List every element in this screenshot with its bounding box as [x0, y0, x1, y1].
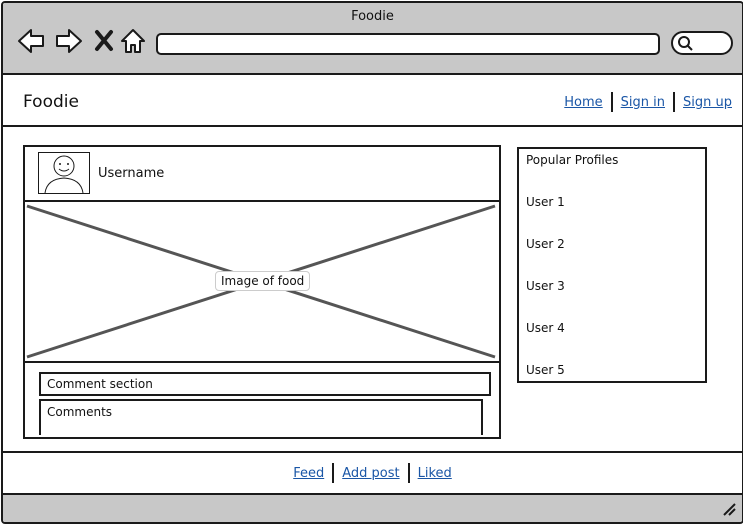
nav-divider	[673, 92, 676, 112]
sign-up-link[interactable]: Sign up	[683, 95, 732, 110]
site-footer: Feed Add post Liked	[3, 451, 742, 495]
profile-item[interactable]: User 5	[526, 363, 565, 377]
popular-profiles-title: Popular Profiles	[526, 153, 619, 167]
window-title: Foodie	[351, 9, 394, 24]
profile-item[interactable]: User 3	[526, 279, 565, 293]
nav-divider	[332, 463, 335, 483]
address-bar[interactable]	[156, 33, 660, 55]
liked-link[interactable]: Liked	[418, 466, 452, 481]
site-title: Foodie	[23, 92, 79, 112]
comment-section-header: Comment section	[39, 372, 491, 396]
forward-arrow-icon[interactable]	[55, 27, 83, 55]
profile-item[interactable]: User 1	[526, 195, 565, 209]
sign-in-link[interactable]: Sign in	[621, 95, 665, 110]
home-link[interactable]: Home	[564, 95, 602, 110]
post-username[interactable]: Username	[98, 166, 164, 181]
popular-profiles-panel: Popular Profiles User 1 User 2 User 3 Us…	[517, 147, 707, 383]
browser-window: Foodie Foodie Home Sign in Sign up Usern…	[1, 1, 743, 524]
profile-item[interactable]: User 4	[526, 321, 565, 335]
food-image-placeholder[interactable]: Image of food	[25, 202, 499, 363]
top-nav: Home Sign in Sign up	[564, 92, 732, 112]
profile-item[interactable]: User 2	[526, 237, 565, 251]
comments-box[interactable]: Comments	[39, 399, 483, 435]
avatar[interactable]	[38, 152, 90, 194]
nav-divider	[610, 92, 613, 112]
back-arrow-icon[interactable]	[17, 27, 45, 55]
add-post-link[interactable]: Add post	[342, 466, 399, 481]
site-header: Foodie Home Sign in Sign up	[3, 75, 742, 127]
resize-handle-icon[interactable]	[722, 502, 736, 516]
food-post: Username Image of food Comment section C…	[23, 145, 501, 439]
main-content: Username Image of food Comment section C…	[3, 127, 742, 452]
home-icon[interactable]	[119, 27, 147, 55]
browser-search-box[interactable]	[671, 31, 733, 55]
nav-divider	[407, 463, 410, 483]
post-header: Username	[25, 147, 499, 202]
close-icon[interactable]	[91, 27, 119, 55]
feed-link[interactable]: Feed	[293, 466, 324, 481]
user-avatar-icon	[44, 155, 84, 193]
browser-chrome: Foodie	[3, 3, 742, 75]
status-bar	[3, 495, 742, 522]
footer-nav: Feed Add post Liked	[3, 463, 742, 483]
image-label: Image of food	[215, 271, 311, 291]
search-icon	[678, 36, 693, 51]
